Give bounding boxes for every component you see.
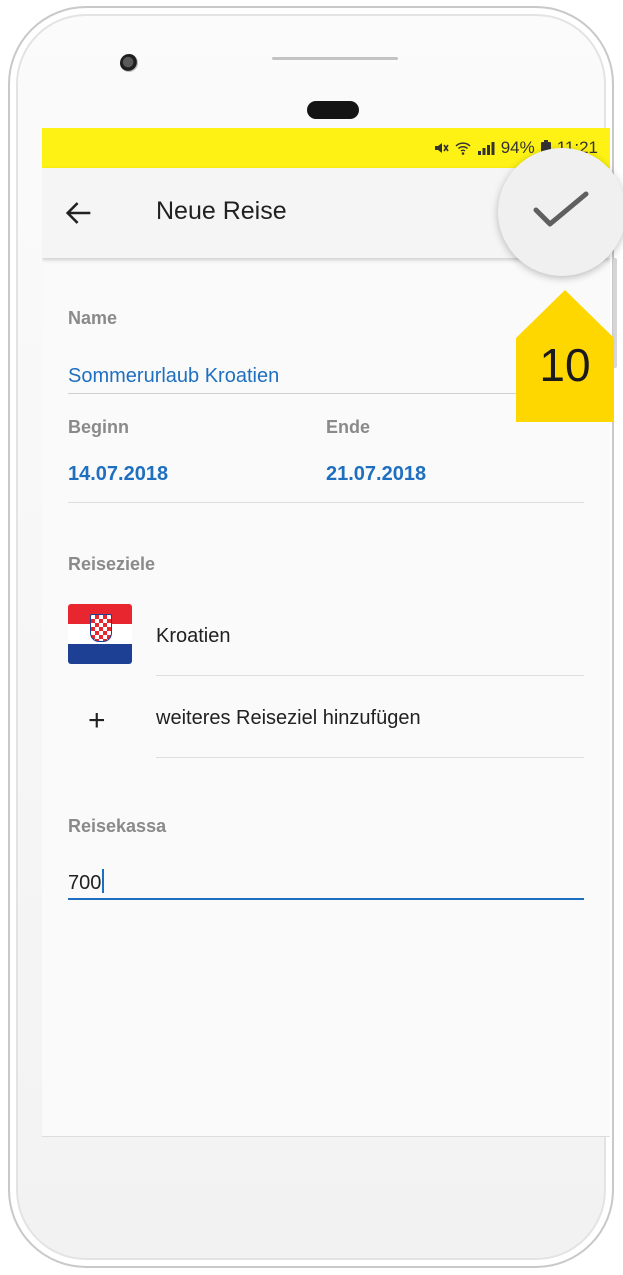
mute-icon [434, 143, 449, 153]
croatia-flag-icon [68, 604, 132, 664]
start-date-field[interactable]: 14.07.2018 [68, 463, 168, 486]
app-screen: 94% 11:21 Neue Reise Name Sommerurlaub K… [42, 128, 610, 1137]
signal-icon [477, 142, 495, 155]
destination-divider [156, 675, 584, 676]
add-destination-button[interactable]: weiteres Reiseziel hinzufügen [156, 707, 421, 730]
name-label: Name [68, 308, 118, 328]
budget-value: 700 [68, 872, 102, 894]
coat-of-arms-icon [90, 614, 112, 642]
wifi-icon [455, 142, 471, 155]
step-number: 10 [539, 339, 591, 391]
speaker-grille [272, 57, 398, 60]
checkmark-icon [533, 191, 589, 227]
confirm-button[interactable] [498, 148, 623, 276]
text-cursor [102, 869, 105, 893]
earpiece [307, 101, 359, 119]
battery-percentage: 94% [500, 138, 535, 157]
front-camera [120, 54, 138, 72]
end-date-label: Ende [326, 417, 371, 437]
budget-field[interactable]: 700 [68, 869, 105, 895]
name-field[interactable]: Sommerurlaub Kroatien [68, 365, 279, 388]
budget-label: Reisekassa [68, 816, 167, 836]
destinations-label: Reiseziele [68, 554, 156, 574]
arrow-left-icon[interactable] [62, 196, 96, 230]
budget-field-underline [68, 898, 584, 900]
date-divider [68, 502, 584, 503]
plus-icon[interactable]: + [88, 706, 106, 736]
start-date-label: Beginn [68, 417, 129, 437]
add-destination-divider [156, 757, 584, 758]
end-date-field[interactable]: 21.07.2018 [326, 463, 426, 486]
destination-item-kroatien[interactable]: Kroatien [156, 625, 231, 648]
page-title: Neue Reise [156, 197, 287, 225]
